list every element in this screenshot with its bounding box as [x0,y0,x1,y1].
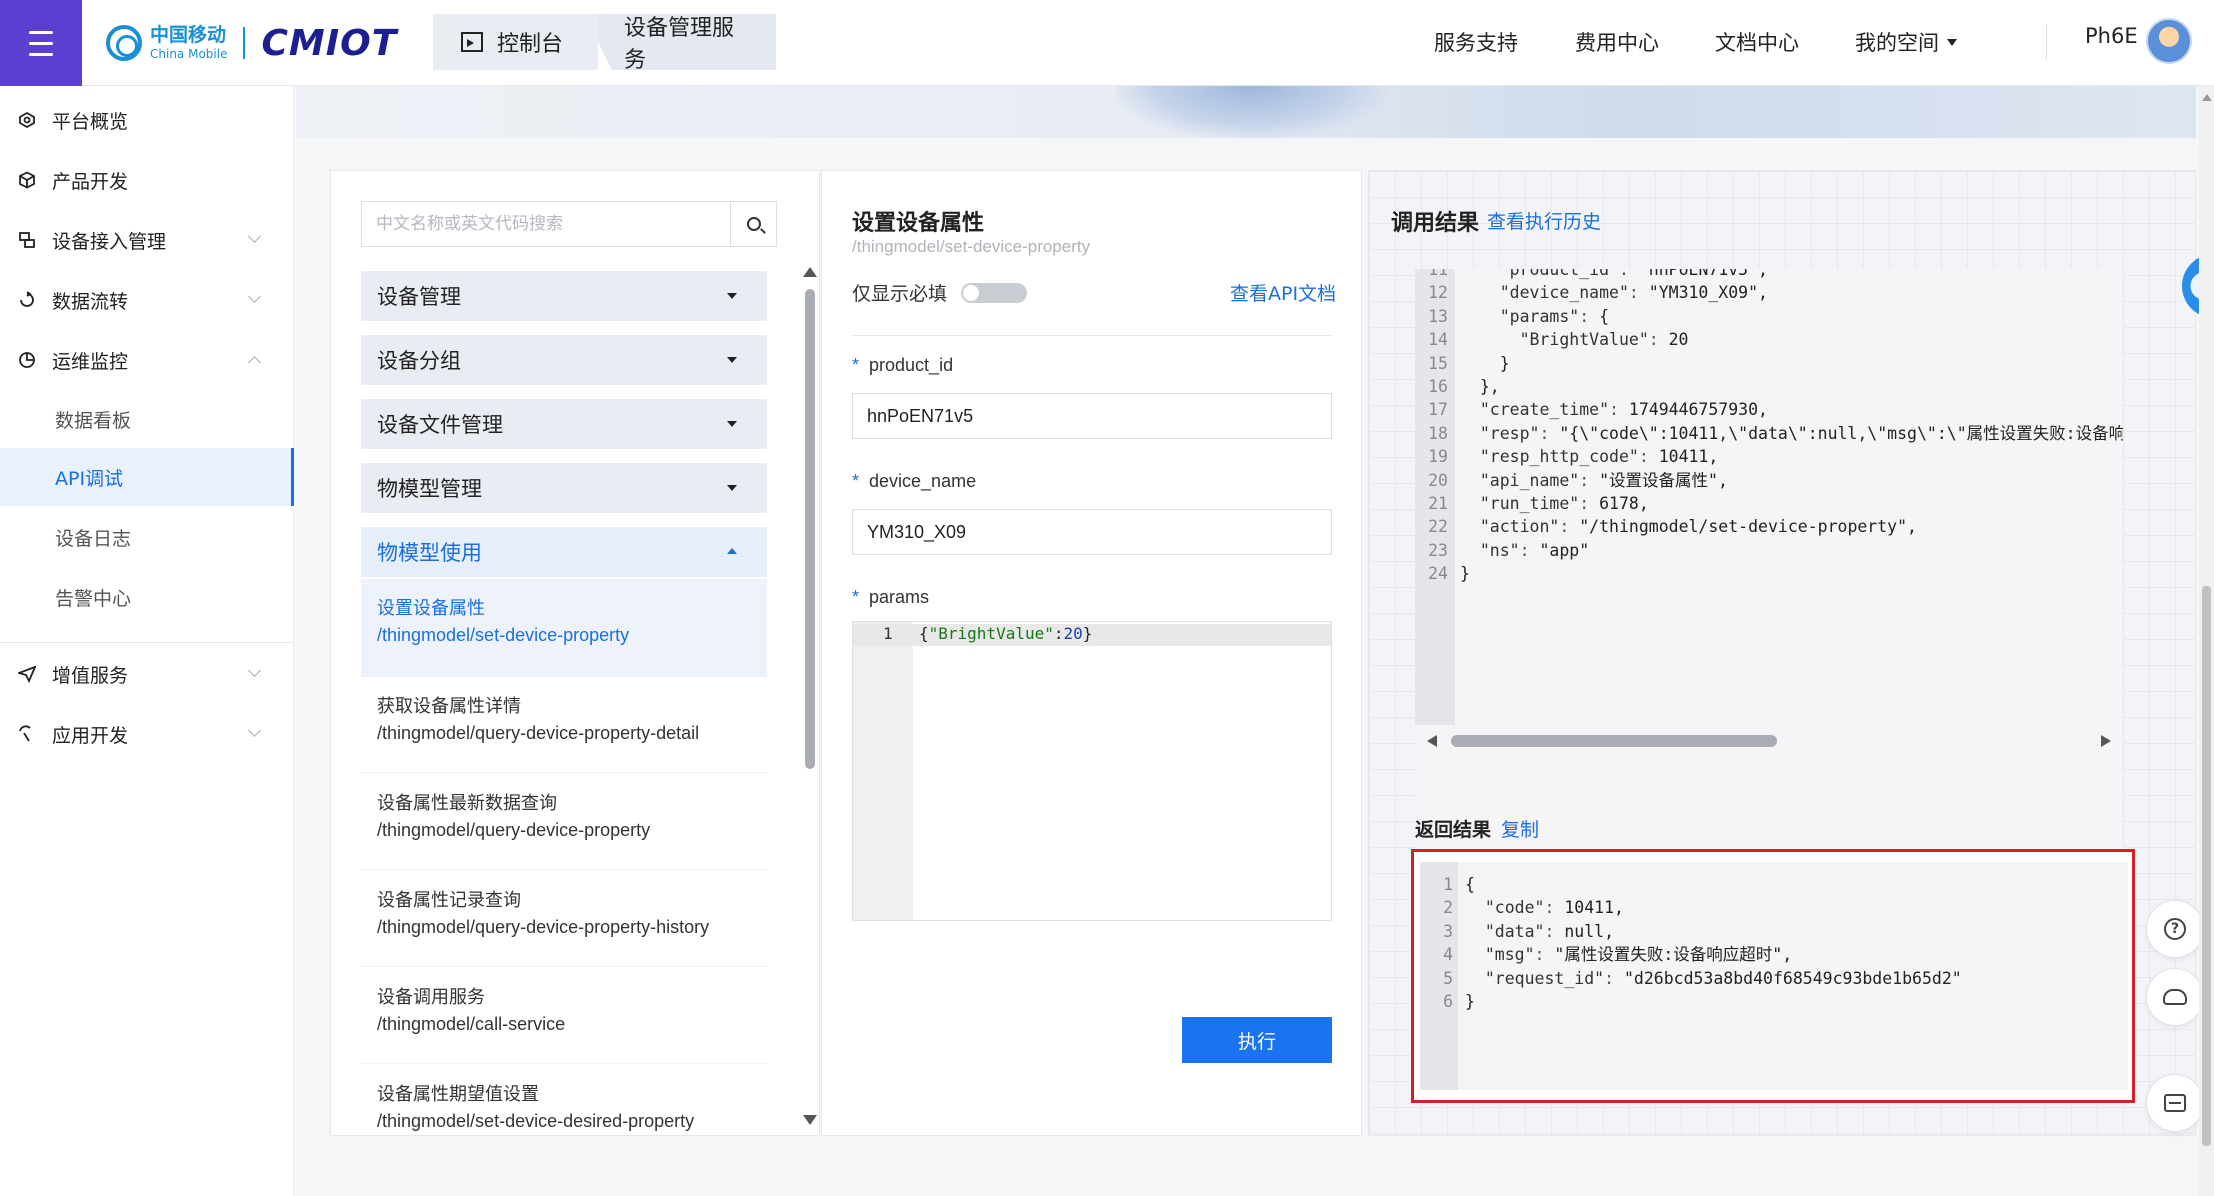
feedback-button[interactable] [2146,1074,2204,1132]
nav-my-space[interactable]: 我的空间 [1855,24,1957,60]
product-id-input[interactable] [852,393,1332,439]
code-line: 24} [1428,564,1470,584]
return-result-box: 1{2 "code": 10411, 3 "data": null, 4 "msg"… [1411,849,2135,1103]
request-form-panel: 设置设备属性 /thingmodel/set-device-property 仅… [821,170,1362,1136]
required-only-switch[interactable] [961,282,1028,303]
nav-docs[interactable]: 文档中心 [1715,24,1799,60]
logo-en: China Mobile [150,47,228,61]
avatar[interactable] [2146,18,2192,64]
sidebar-item-product-dev[interactable]: 产品开发 [0,152,294,208]
breadcrumb-console[interactable]: 控制台 [433,14,598,70]
logo[interactable]: 中国移动 China Mobile CMIOT [106,18,397,68]
chevron-down-icon [248,290,261,303]
search-icon [746,217,761,231]
api-list-scrollbar[interactable] [803,267,817,1125]
product-id-label: * product_id [852,355,954,375]
device-name-label: * device_name [852,471,977,491]
result-title: 调用结果 [1391,211,1480,236]
api-item-query-property-detail[interactable]: 获取设备属性详情 /thingmodel/query-device-proper… [361,677,767,773]
logo-cn: 中国移动 [150,24,227,46]
return-result-label: 返回结果 [1415,819,1492,841]
overview-icon [19,111,35,129]
caret-up-icon [727,548,737,554]
api-list-panel: 设备管理 设备分组 设备文件管理 物模型管理 物模型使用 设置设备属性 /thi… [330,170,820,1136]
sidebar-item-ops-monitor[interactable]: 运维监控 [0,332,294,388]
top-header: 中国移动 China Mobile CMIOT 控制台 设备管理服务 服务支持 … [0,0,2214,86]
api-item-query-property-history[interactable]: 设备属性记录查询 /thingmodel/query-device-proper… [361,871,767,967]
brand-logo: CMIOT [261,22,398,64]
group-thingmodel-manage[interactable]: 物模型管理 [361,463,767,513]
breadcrumb-device-service[interactable]: 设备管理服务 [598,14,776,70]
sidebar-sub-alarm-center[interactable]: 告警中心 [0,568,294,626]
cloud-service-button[interactable] [2146,968,2204,1026]
api-item-call-service[interactable]: 设备调用服务 /thingmodel/call-service [361,968,767,1064]
params-label: * params [852,587,930,607]
sidebar-item-value-added[interactable]: 增值服务 [0,646,294,702]
api-search [361,201,777,247]
group-device-group[interactable]: 设备分组 [361,335,767,385]
caret-down-icon [727,357,737,363]
params-editor[interactable]: 1 {"BrightValue":20} [852,621,1332,921]
chevron-down-icon [248,724,261,737]
sidebar-sub-dashboard[interactable]: 数据看板 [0,390,294,448]
device-access-icon [19,232,35,248]
sidebar-item-overview[interactable]: 平台概览 [0,92,294,148]
group-device-management[interactable]: 设备管理 [361,271,767,321]
view-history-link[interactable]: 查看执行历史 [1487,207,1601,234]
sidebar: 平台概览 产品开发 设备接入管理 数据流转 运维监控 数据看板 API调试 设备… [0,86,294,1196]
device-name-input[interactable] [852,509,1332,555]
sidebar-item-data-flow[interactable]: 数据流转 [0,272,294,328]
copy-button[interactable]: 复制 [1501,815,1539,842]
api-item-set-desired-property[interactable]: 设备属性期望值设置 /thingmodel/set-device-desired… [361,1065,767,1161]
user-name[interactable]: Ph6E [2085,24,2138,48]
tray-icon [2164,1094,2186,1112]
result-panel: 调用结果 查看执行历史 11 "product_id": "hnPoEN71v5… [1368,170,2196,1136]
sidebar-sub-api-debug[interactable]: API调试 [0,448,294,506]
chevron-up-icon [248,356,261,369]
console-icon [461,32,483,52]
top-banner [296,86,2196,138]
code-horizontal-scrollbar[interactable] [1415,731,2123,751]
page-scrollbar[interactable] [2199,86,2214,1196]
form-title: 设置设备属性 [852,211,985,236]
sidebar-item-app-dev[interactable]: 应用开发 [0,706,294,762]
nav-billing[interactable]: 费用中心 [1575,24,1659,60]
execute-button[interactable]: 执行 [1182,1017,1332,1063]
caret-down-icon [727,293,737,299]
params-code: {"BrightValue":20} [919,624,1093,643]
chevron-down-icon [1947,38,1957,46]
data-flow-icon [20,291,34,307]
sidebar-sub-device-log[interactable]: 设备日志 [0,508,294,566]
chevron-down-icon [248,230,261,243]
monitor-icon [19,352,35,368]
chevron-down-icon [248,664,261,677]
caret-down-icon [727,485,737,491]
menu-toggle-button[interactable] [0,0,82,86]
required-only-toggle-row: 仅显示必填 [852,279,1028,306]
nav-service-support[interactable]: 服务支持 [1434,24,1518,60]
help-button[interactable]: ? [2146,900,2204,958]
api-doc-link[interactable]: 查看API文档 [1230,279,1336,306]
sidebar-item-device-access[interactable]: 设备接入管理 [0,212,294,268]
group-device-file[interactable]: 设备文件管理 [361,399,767,449]
caret-down-icon [727,421,737,427]
return-result-code[interactable]: 1{2 "code": 10411, 3 "data": null, 4 "msg"… [1420,862,2128,1090]
cube-icon [19,171,35,189]
group-thingmodel-use[interactable]: 物模型使用 [361,527,767,577]
question-icon: ? [2164,918,2186,940]
search-button[interactable] [730,202,776,246]
return-line: 6} [1443,992,1475,1011]
app-dev-icon [19,725,31,742]
api-search-input[interactable] [362,202,730,246]
china-mobile-logo-icon [106,25,142,61]
plane-icon [18,665,36,683]
api-item-set-device-property[interactable]: 设置设备属性 /thingmodel/set-device-property [361,579,767,677]
api-item-query-property[interactable]: 设备属性最新数据查询 /thingmodel/query-device-prop… [361,774,767,870]
cloud-icon [2163,989,2187,1005]
form-subtitle: /thingmodel/set-device-property [852,237,1091,256]
